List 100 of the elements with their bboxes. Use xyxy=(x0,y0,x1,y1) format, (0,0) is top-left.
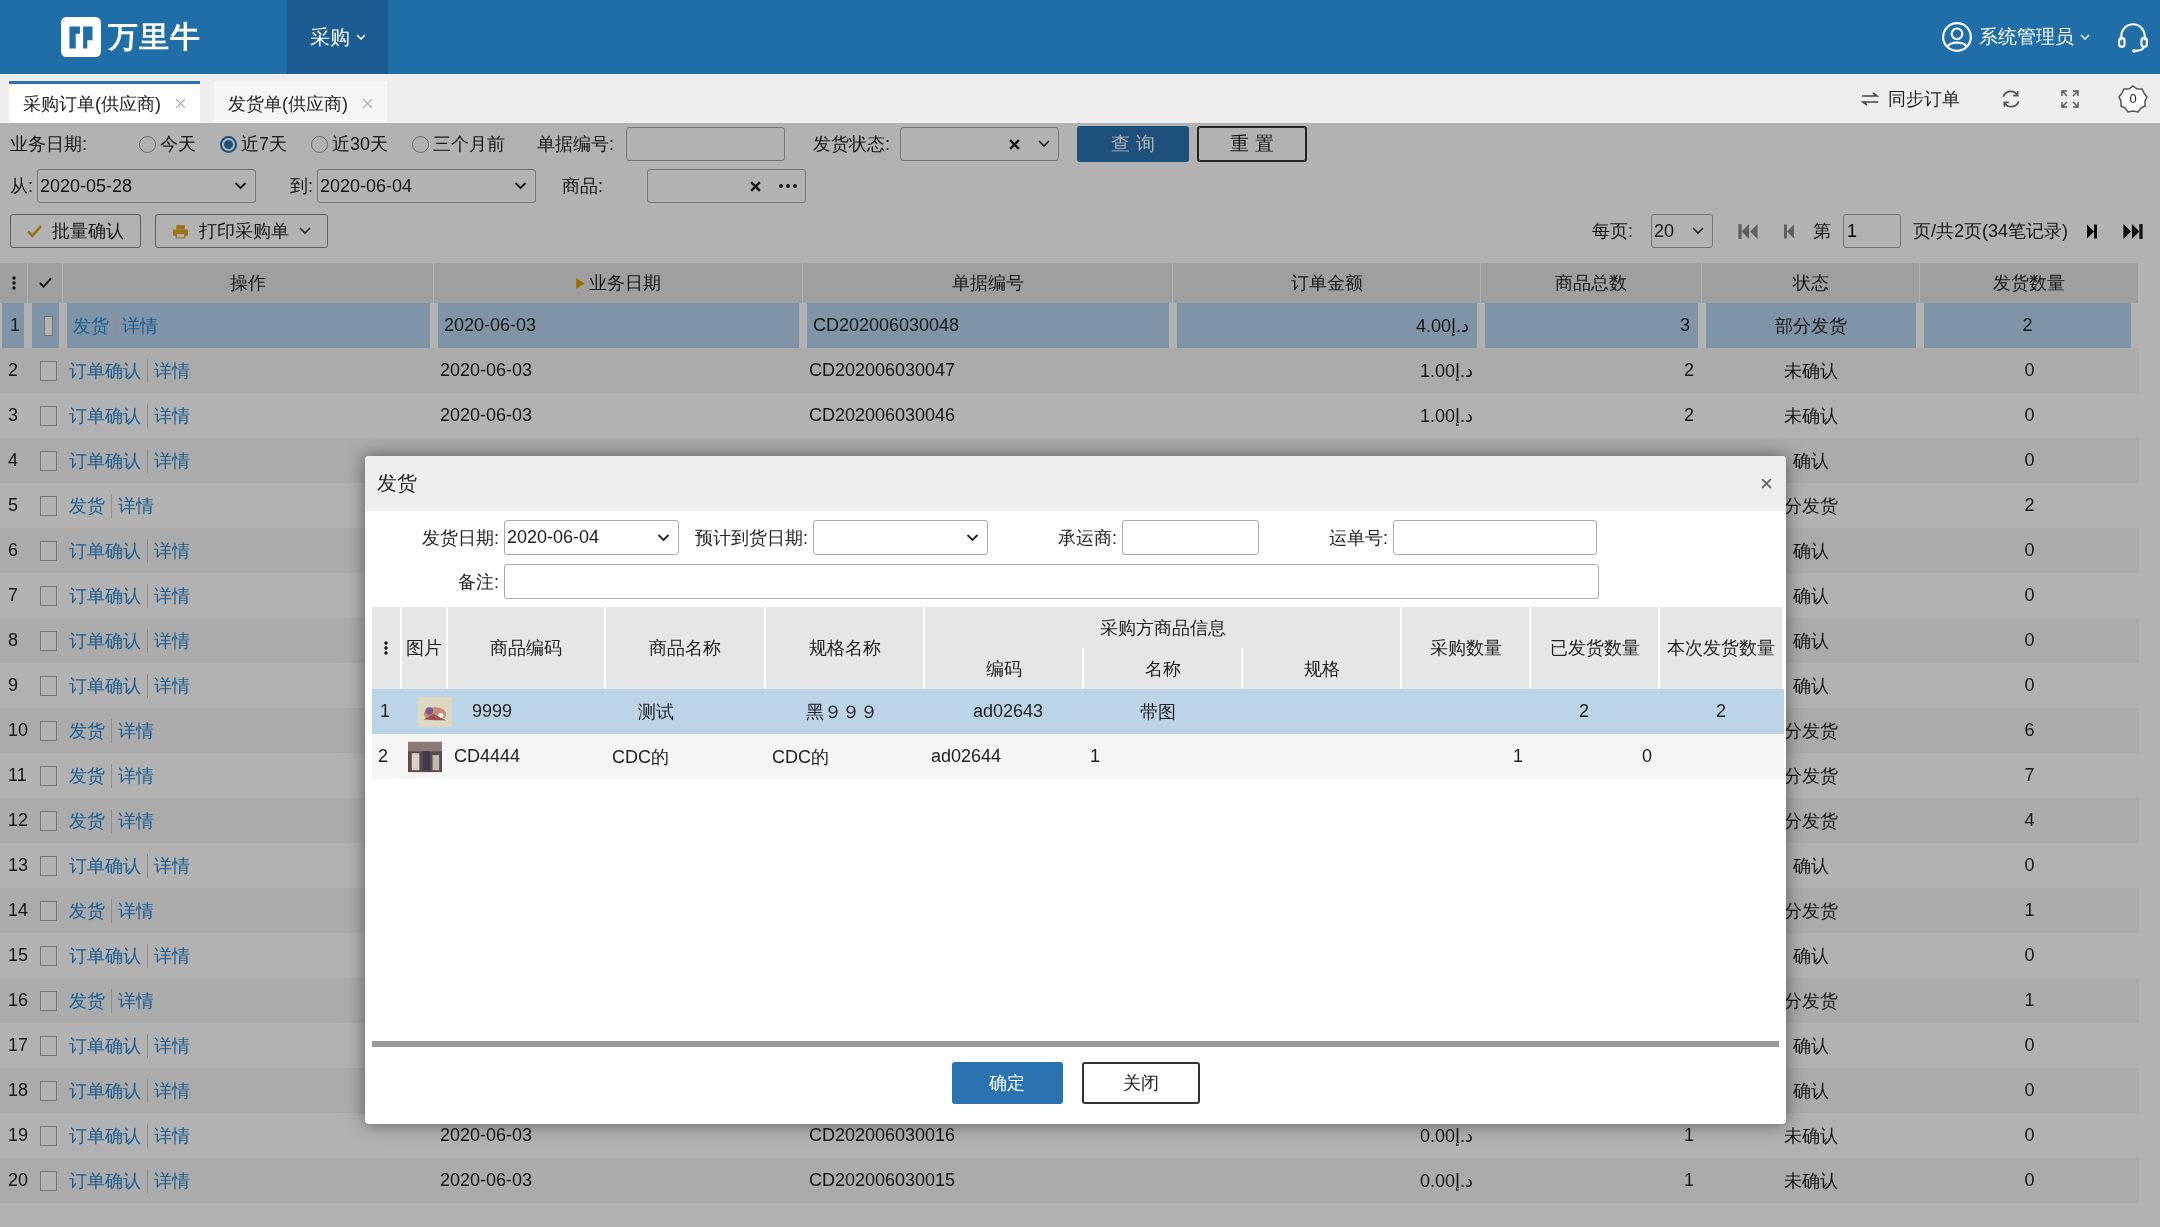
action-link[interactable]: 发货 xyxy=(73,313,109,338)
tab[interactable]: 采购订单(供应商) xyxy=(9,81,200,123)
column-header[interactable]: 商品总数 xyxy=(1481,263,1702,303)
previous-page-icon[interactable] xyxy=(1782,222,1795,240)
table-row[interactable]: 1 9999 测试 黑９９９ ad02643 带图 2 2 xyxy=(372,689,1784,734)
action-link[interactable]: 详情 xyxy=(147,1033,190,1058)
row-checkbox[interactable] xyxy=(40,720,57,741)
date-range-radio[interactable]: 近30天 xyxy=(311,132,389,156)
per-page-select[interactable]: 20 xyxy=(1650,214,1713,248)
scrollbar[interactable] xyxy=(372,1041,1779,1047)
date-select[interactable] xyxy=(813,520,988,555)
action-link[interactable]: 订单确认 xyxy=(69,1168,141,1193)
row-checkbox[interactable] xyxy=(40,450,57,471)
headset-icon[interactable] xyxy=(2116,20,2150,54)
check-icon[interactable] xyxy=(38,277,52,289)
row-checkbox[interactable] xyxy=(40,945,57,966)
action-link[interactable]: 订单确认 xyxy=(69,1078,141,1103)
column-header[interactable]: 单据编号 xyxy=(803,263,1173,303)
settings-badge[interactable]: 0 xyxy=(2118,83,2148,114)
row-checkbox[interactable] xyxy=(40,405,57,426)
action-link[interactable]: 详情 xyxy=(147,448,190,473)
action-link[interactable]: 详情 xyxy=(111,988,154,1013)
action-link[interactable]: 订单确认 xyxy=(69,853,141,878)
action-link[interactable]: 详情 xyxy=(147,853,190,878)
close-button[interactable]: 关闭 xyxy=(1081,1062,1200,1104)
action-link[interactable]: 详情 xyxy=(111,493,154,518)
action-link[interactable]: 订单确认 xyxy=(69,628,141,653)
action-link[interactable]: 详情 xyxy=(147,358,190,383)
row-checkbox[interactable] xyxy=(40,1170,57,1191)
action-link[interactable]: 订单确认 xyxy=(69,448,141,473)
action-link[interactable]: 详情 xyxy=(111,718,154,743)
row-checkbox[interactable] xyxy=(40,765,57,786)
sync-orders-button[interactable]: 同步订单 xyxy=(1860,86,1960,111)
action-link[interactable]: 详情 xyxy=(111,763,154,788)
action-link[interactable]: 发货 xyxy=(69,988,105,1013)
action-link[interactable]: 发货 xyxy=(69,763,105,788)
reset-button[interactable]: 重 置 xyxy=(1197,126,1308,162)
first-page-icon[interactable] xyxy=(1736,222,1759,240)
page-number-field[interactable]: 1 xyxy=(1842,214,1901,248)
row-checkbox[interactable] xyxy=(40,675,57,696)
row-checkbox[interactable] xyxy=(40,1125,57,1146)
row-checkbox[interactable] xyxy=(40,810,57,831)
row-checkbox[interactable] xyxy=(40,630,57,651)
row-checkbox[interactable] xyxy=(40,1080,57,1101)
ellipsis-icon[interactable] xyxy=(779,184,798,188)
clear-icon[interactable] xyxy=(1009,138,1021,150)
tab[interactable]: 发货单(供应商) xyxy=(214,81,387,123)
row-checkbox[interactable] xyxy=(40,585,57,606)
action-link[interactable]: 订单确认 xyxy=(69,403,141,428)
column-header[interactable]: 发货数量 xyxy=(1920,263,2139,303)
date-select[interactable]: 2020-06-04 xyxy=(504,520,679,555)
action-link[interactable]: 订单确认 xyxy=(69,538,141,563)
last-page-icon[interactable] xyxy=(2122,222,2144,240)
action-link[interactable]: 详情 xyxy=(147,1168,190,1193)
column-menu-icon[interactable] xyxy=(384,641,388,655)
clear-icon[interactable] xyxy=(750,180,762,192)
fullscreen-icon[interactable] xyxy=(2060,88,2080,109)
action-link[interactable]: 订单确认 xyxy=(69,1033,141,1058)
refresh-icon[interactable] xyxy=(2000,87,2022,110)
column-header[interactable]: 状态 xyxy=(1702,263,1920,303)
action-link[interactable]: 订单确认 xyxy=(69,583,141,608)
row-checkbox[interactable] xyxy=(40,990,57,1011)
action-link[interactable]: 订单确认 xyxy=(69,1123,141,1148)
action-link[interactable]: 发货 xyxy=(69,718,105,743)
date-range-radio[interactable]: 今天 xyxy=(139,132,196,156)
action-link[interactable]: 详情 xyxy=(147,403,190,428)
batch-confirm-button[interactable]: 批量确认 xyxy=(10,214,141,248)
note-field[interactable] xyxy=(504,564,1599,599)
action-link[interactable]: 详情 xyxy=(111,808,154,833)
column-header[interactable]: 业务日期 xyxy=(434,263,803,303)
date-range-radio[interactable]: 近7天 xyxy=(220,132,288,156)
action-link[interactable]: 详情 xyxy=(147,673,190,698)
print-order-button[interactable]: 打印采购单 xyxy=(155,214,328,248)
row-checkbox[interactable] xyxy=(44,315,53,336)
table-row[interactable]: 2 CD4444 CDC的 CDC的 ad02644 1 1 0 xyxy=(372,734,1784,779)
column-header[interactable]: 操作 xyxy=(63,263,434,303)
nav-menu[interactable]: 采购 xyxy=(287,0,388,74)
row-checkbox[interactable] xyxy=(40,360,57,381)
column-menu-icon[interactable] xyxy=(11,276,16,290)
action-link[interactable]: 订单确认 xyxy=(69,358,141,383)
doc-number-field[interactable] xyxy=(626,127,786,161)
next-page-icon[interactable] xyxy=(2086,222,2098,240)
to-date-select[interactable]: 2020-06-04 xyxy=(317,169,537,203)
row-checkbox[interactable] xyxy=(40,1035,57,1056)
column-header[interactable]: 订单金额 xyxy=(1173,263,1481,303)
action-link[interactable]: 详情 xyxy=(147,1123,190,1148)
close-icon[interactable] xyxy=(1761,478,1772,489)
from-date-select[interactable]: 2020-05-28 xyxy=(37,169,256,203)
row-checkbox[interactable] xyxy=(40,855,57,876)
action-link[interactable]: 发货 xyxy=(69,493,105,518)
row-checkbox[interactable] xyxy=(40,900,57,921)
close-icon[interactable] xyxy=(175,98,186,109)
action-link[interactable]: 详情 xyxy=(111,898,154,923)
close-icon[interactable] xyxy=(362,98,373,109)
action-link[interactable]: 详情 xyxy=(147,628,190,653)
date-range-radio[interactable]: 三个月前 xyxy=(412,132,506,156)
action-link[interactable]: 详情 xyxy=(147,1078,190,1103)
user-menu[interactable]: 系统管理员 xyxy=(1941,21,2090,53)
action-link[interactable]: 订单确认 xyxy=(69,943,141,968)
text-field[interactable] xyxy=(1122,520,1259,555)
